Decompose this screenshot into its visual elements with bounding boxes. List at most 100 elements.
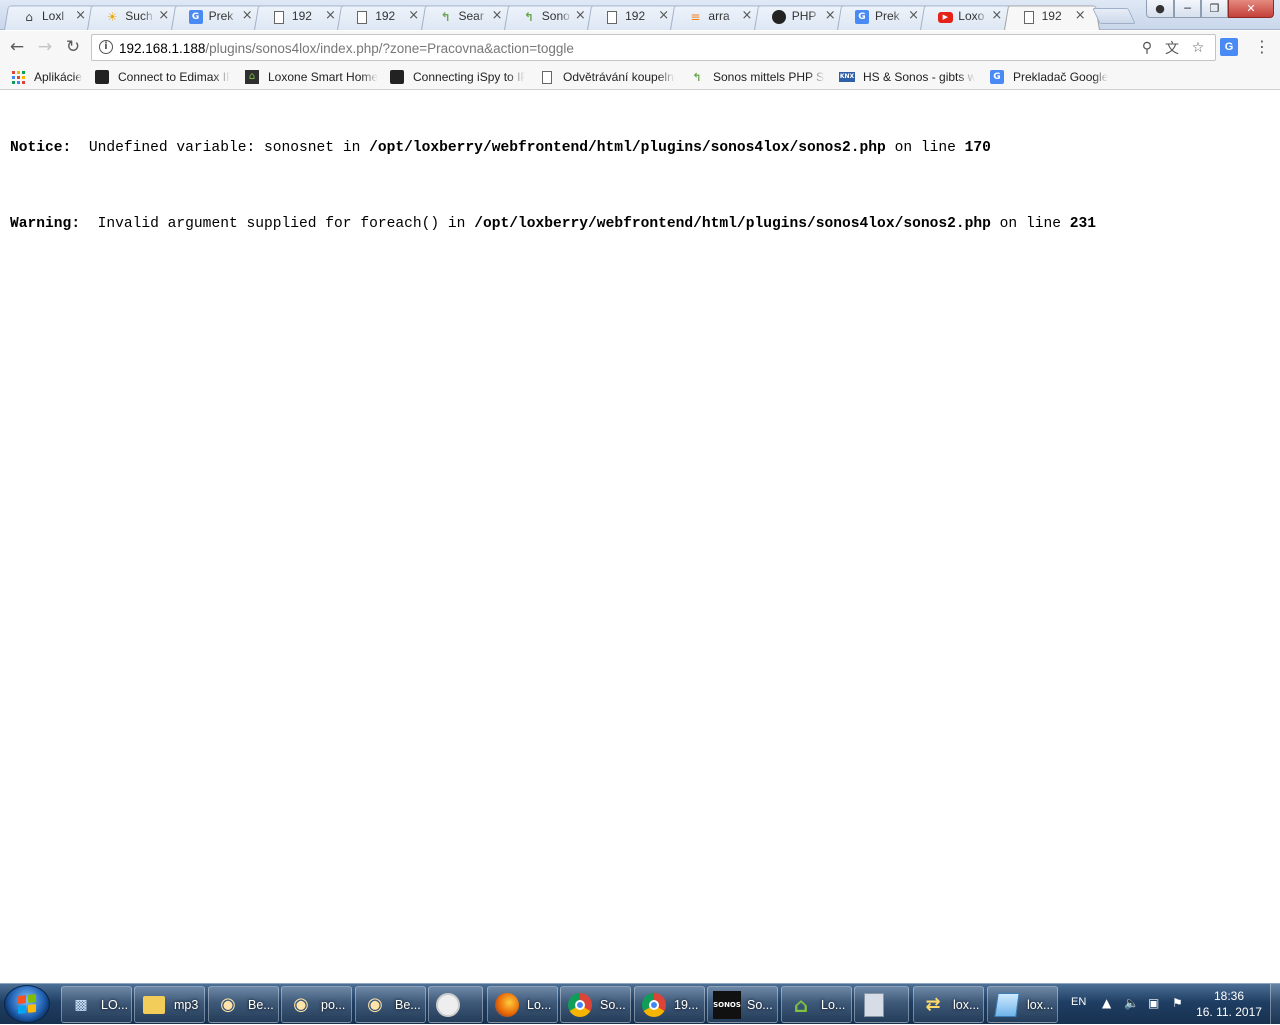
bookmark-item[interactable]: Connect to Edimax IP [94,68,230,86]
bookmark-star-icon[interactable]: ☆ [1189,39,1207,57]
show-hidden-icons-icon[interactable]: ▲ [1102,996,1111,1010]
back-button[interactable]: ← [6,36,28,58]
action-center-icon[interactable]: ⚑ [1172,996,1183,1010]
bookmark-label: Aplikácie [34,70,83,84]
tab-title: 192 [375,9,396,23]
browser-tab[interactable]: G Prek × [837,3,933,31]
calculator-icon [860,991,888,1019]
page-icon [271,9,287,25]
bookmark-item[interactable]: Odvětrávání koupelny [539,68,675,86]
tab-title: 192 [1041,9,1062,23]
tab-close-icon[interactable]: × [75,8,86,23]
browser-tab[interactable]: 192 × [253,3,350,31]
bookmark-item[interactable]: ↰ Sonos mittels PHP Sk [689,68,825,86]
browser-tab[interactable]: G Prek × [170,3,267,31]
tab-close-icon[interactable]: × [658,8,669,23]
taskbar-button[interactable]: ⇄ lox... [913,986,984,1023]
close-window-button[interactable]: ✕ [1228,0,1274,18]
taskbar-button[interactable]: ◉ Be... [208,986,279,1023]
site-info-icon[interactable]: i [99,40,113,54]
browser-tab[interactable]: ▶ Loxo × [920,3,1017,31]
tab-close-icon[interactable]: × [492,8,503,23]
taskbar-button-label: LO... [101,997,129,1012]
browser-tab[interactable]: 192 × [587,3,684,31]
tab-close-icon[interactable]: × [408,8,419,23]
clock-date: 16. 11. 2017 [1196,1005,1262,1019]
menu-icon[interactable]: ⋮ [1254,37,1270,56]
taskbar-button[interactable]: mp3 [134,986,205,1023]
taskbar-button[interactable]: 19... [634,986,705,1023]
show-desktop-button[interactable] [1270,984,1280,1025]
forward-button[interactable]: → [34,36,56,58]
bookmark-item[interactable]: G Prekladač Google [989,68,1108,86]
browser-tab[interactable]: PHP × [753,3,850,31]
sonos-icon: SONOS [713,990,741,1019]
tab-strip: ⌂ Loxl × ☀ Such × G Prek × 192 × 192 × ↰ Sear × ↰ Sono × 19… [0,0,1280,31]
tab-close-icon[interactable]: × [1075,8,1086,23]
minimize-button[interactable]: ─ [1174,0,1201,18]
taskbar-button[interactable]: So... [560,986,631,1023]
bookmark-item[interactable]: ⌂ Loxone Smart Home [244,68,378,86]
taskbar-button[interactable]: lox... [987,986,1058,1023]
taskbar-button-label: Be... [395,997,421,1012]
tab-close-icon[interactable]: × [741,8,752,23]
browser-tab[interactable]: ☀ Such × [87,3,184,31]
tab-close-icon[interactable]: × [242,8,253,23]
network-tray-icon[interactable]: ▣ [1148,996,1159,1010]
message-text: Undefined variable: sonosnet [88,140,335,156]
browser-tab[interactable]: ⌂ Loxl × [4,3,100,31]
message-text: Invalid argument supplied for foreach() [97,216,440,232]
paint-icon: ◉ [293,994,309,1015]
browser-tab[interactable]: 192 × [337,3,434,31]
clock-app-icon [434,991,462,1019]
address-bar[interactable]: i 192.168.1.188/plugins/sonos4lox/index.… [91,34,1216,61]
new-tab-button[interactable] [1092,8,1136,24]
start-button[interactable] [4,985,50,1023]
tab-close-icon[interactable]: × [825,8,836,23]
bookmark-label: Loxone Smart Home [268,70,379,84]
browser-tab[interactable]: ≡ arra × [670,3,767,31]
bookmark-label: Odvětrávání koupelny [563,70,675,84]
message-file: /opt/loxberry/webfrontend/html/plugins/s… [369,140,886,156]
tab-close-icon[interactable]: × [158,8,169,23]
taskbar-button[interactable]: SONOS So... [707,986,778,1023]
tab-close-icon[interactable]: × [325,8,336,23]
knx-icon: KNX [839,72,855,82]
maximize-button[interactable]: ❐ [1201,0,1228,18]
bookmark-item[interactable]: Connecting iSpy to IP [389,68,525,86]
taskbar-button[interactable]: ▩ LO... [61,986,132,1023]
taskbar-button[interactable]: ◉ po... [281,986,352,1023]
taskbar-button[interactable]: Lo... [487,986,558,1023]
browser-tab[interactable]: ↰ Sear × [420,3,517,31]
taskbar-button[interactable] [854,986,909,1023]
reload-button[interactable]: ↻ [62,36,84,58]
taskbar-button-label: So... [600,997,626,1012]
page-icon [604,9,620,25]
tab-close-icon[interactable]: × [908,8,919,23]
taskbar-button[interactable]: ⌂ Lo... [781,986,852,1023]
tab-title: Loxo [958,9,985,23]
language-indicator[interactable]: EN [1071,996,1086,1008]
profile-button[interactable]: ● [1146,0,1174,18]
address-url[interactable]: 192.168.1.188/plugins/sonos4lox/index.ph… [119,41,574,56]
system-clock[interactable]: 18:36 16. 11. 2017 [1192,988,1266,1020]
tab-close-icon[interactable]: × [575,8,586,23]
github-icon [771,9,787,25]
google-translate-extension-icon[interactable]: G [1220,38,1238,56]
paint-icon: ◉ [367,994,383,1015]
taskbar-button[interactable] [428,986,483,1023]
bookmark-item[interactable]: Aplikácie [10,68,82,86]
translate-icon[interactable]: 文 [1163,39,1181,57]
bookmark-label: Connect to Edimax IP [118,70,230,84]
windows-logo-icon [18,994,36,1014]
message-line: 231 [1069,216,1097,232]
tab-close-icon[interactable]: × [991,8,1002,23]
browser-tab[interactable]: ↰ Sono × [503,3,600,31]
zoom-icon[interactable]: ⚲ [1138,39,1156,57]
clock-time: 18:36 [1213,989,1245,1003]
browser-tab[interactable]: 192 × [1003,3,1100,31]
bookmark-item[interactable]: KNX HS & Sonos - gibts w [839,68,975,86]
message-level: Warning [10,216,72,232]
taskbar-button[interactable]: ◉ Be... [355,986,426,1023]
volume-icon[interactable]: 🔈 [1124,996,1139,1010]
